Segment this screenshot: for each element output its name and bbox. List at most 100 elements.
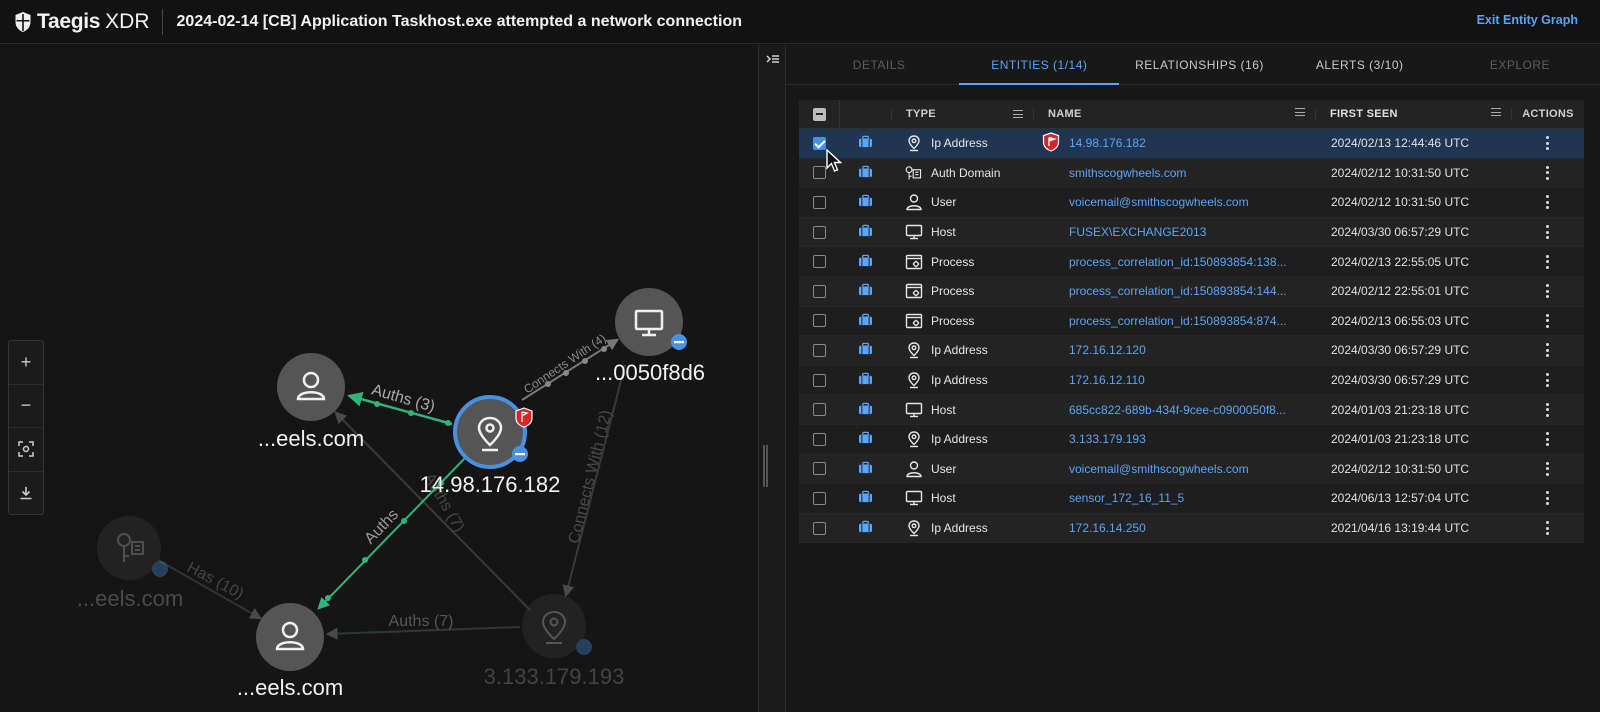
- row-actions-menu-icon[interactable]: [1545, 461, 1550, 476]
- add-to-case-icon[interactable]: [858, 461, 873, 477]
- row-actions-menu-icon[interactable]: [1545, 402, 1550, 417]
- tab-details[interactable]: DETAILS: [799, 45, 959, 84]
- table-row[interactable]: Ip Address 3.133.179.193 2024/01/03 21:23:…: [799, 424, 1584, 455]
- entity-name-link[interactable]: 3.133.179.193: [1069, 432, 1315, 446]
- first-seen-column-header[interactable]: FIRST SEEN: [1315, 108, 1511, 120]
- add-to-case-icon[interactable]: [858, 224, 873, 240]
- add-to-case-icon[interactable]: [858, 135, 873, 151]
- entity-name-link[interactable]: process_correlation_id:150893854:138...: [1069, 255, 1315, 269]
- row-checkbox[interactable]: [812, 136, 826, 150]
- table-row[interactable]: Host 685cc822-689b-434f-9cee-c0900050f8..…: [799, 395, 1584, 425]
- edge-auths-3[interactable]: Auths (3): [347, 382, 453, 426]
- row-checkbox[interactable]: [812, 255, 826, 269]
- panel-splitter[interactable]: [758, 45, 786, 712]
- add-to-case-icon[interactable]: [858, 490, 873, 506]
- tab-entities[interactable]: ENTITIES (1/14): [959, 45, 1120, 85]
- entity-graph-canvas[interactable]: Connects With (12) Auths (7) Auths (7) H…: [0, 45, 758, 712]
- entity-name-link[interactable]: FUSEX\EXCHANGE2013: [1069, 225, 1315, 239]
- row-actions-menu-icon[interactable]: [1545, 284, 1550, 299]
- name-column-header[interactable]: NAME: [1033, 108, 1315, 120]
- entity-name-link[interactable]: 685cc822-689b-434f-9cee-c0900050f8...: [1069, 403, 1315, 417]
- row-checkbox[interactable]: [812, 343, 826, 357]
- entity-name-link[interactable]: sensor_172_16_11_5: [1069, 491, 1315, 505]
- row-actions-menu-icon[interactable]: [1545, 343, 1550, 358]
- row-actions-menu-icon[interactable]: [1545, 225, 1550, 240]
- entity-name-link[interactable]: voicemail@smithscogwheels.com: [1069, 462, 1315, 476]
- row-checkbox[interactable]: [812, 166, 826, 180]
- row-checkbox[interactable]: [812, 462, 826, 476]
- edge-auths-7[interactable]: Auths (7): [325, 613, 521, 640]
- table-row[interactable]: Host sensor_172_16_11_5 2024/06/13 12:57:0…: [799, 484, 1584, 514]
- table-row[interactable]: Ip Address 14.98.176.182 2024/02/13 12:44:…: [799, 129, 1584, 159]
- row-actions-menu-icon[interactable]: [1545, 313, 1550, 328]
- add-to-case-icon[interactable]: [858, 283, 873, 299]
- row-actions-menu-icon[interactable]: [1545, 432, 1550, 447]
- row-actions-menu-icon[interactable]: [1545, 521, 1550, 536]
- exit-entity-graph-link[interactable]: Exit Entity Graph: [1477, 13, 1578, 27]
- row-checkbox[interactable]: [812, 225, 826, 239]
- row-checkbox[interactable]: [812, 521, 826, 535]
- table-row[interactable]: Ip Address 172.16.14.250 2021/04/16 13:19:…: [799, 513, 1584, 544]
- add-to-case-icon[interactable]: [858, 372, 873, 388]
- table-row[interactable]: Process process_correlation_id:150893854:…: [799, 276, 1584, 307]
- add-to-case-icon[interactable]: [858, 520, 873, 536]
- row-checkbox[interactable]: [812, 432, 826, 446]
- row-actions-menu-icon[interactable]: [1545, 195, 1550, 210]
- node-ip-3-133-179-193[interactable]: 3.133.179.193: [484, 594, 625, 689]
- table-row[interactable]: Ip Address 172.16.12.120 2024/03/30 06:57:…: [799, 336, 1584, 366]
- node-user-top[interactable]: ...eels.com: [258, 353, 364, 451]
- row-checkbox[interactable]: [812, 403, 826, 417]
- add-to-case-icon[interactable]: [858, 194, 873, 210]
- resize-grip[interactable]: [763, 445, 768, 487]
- entity-name-link[interactable]: 172.16.12.120: [1069, 343, 1315, 357]
- column-menu-icon[interactable]: [1295, 108, 1305, 116]
- node-user-bottom[interactable]: ...eels.com: [237, 603, 343, 700]
- tab-explore[interactable]: EXPLORE: [1440, 45, 1600, 84]
- brand[interactable]: Taegis XDR: [0, 0, 150, 43]
- add-to-case-icon[interactable]: [858, 254, 873, 270]
- edge-connects-with-12[interactable]: Connects With (12): [562, 364, 626, 598]
- node-auth-domain[interactable]: ...eels.com: [77, 516, 183, 611]
- row-actions-menu-icon[interactable]: [1545, 165, 1550, 180]
- table-row[interactable]: User voicemail@smithscogwheels.com 2024/02…: [799, 188, 1584, 218]
- tab-relationships[interactable]: RELATIONSHIPS (16): [1119, 45, 1279, 84]
- entity-name-link[interactable]: process_correlation_id:150893854:144...: [1069, 284, 1315, 298]
- node-host[interactable]: ...0050f8d6: [595, 288, 705, 385]
- row-checkbox[interactable]: [812, 195, 826, 209]
- add-to-case-icon[interactable]: [858, 313, 873, 329]
- entity-name-link[interactable]: 172.16.14.250: [1069, 521, 1315, 535]
- add-to-case-icon[interactable]: [858, 402, 873, 418]
- entity-name-link[interactable]: 14.98.176.182: [1069, 136, 1315, 150]
- row-actions-menu-icon[interactable]: [1545, 491, 1550, 506]
- add-to-case-icon[interactable]: [858, 431, 873, 447]
- entity-name-link[interactable]: smithscogwheels.com: [1069, 166, 1315, 180]
- table-row[interactable]: Host FUSEX\EXCHANGE2013 2024/03/30 06:57:2…: [799, 217, 1584, 248]
- row-actions-menu-icon[interactable]: [1545, 254, 1550, 269]
- entity-name-link[interactable]: process_correlation_id:150893854:874...: [1069, 314, 1315, 328]
- row-actions-menu-icon[interactable]: [1545, 373, 1550, 388]
- table-row[interactable]: Process process_correlation_id:150893854:…: [799, 306, 1584, 337]
- node-ip-14-98-176-182[interactable]: 14.98.176.182: [420, 395, 561, 497]
- collapse-panel-icon[interactable]: [766, 53, 780, 67]
- fit-to-screen-button[interactable]: [9, 428, 43, 472]
- column-menu-icon[interactable]: [1013, 110, 1023, 118]
- column-menu-icon[interactable]: [1491, 108, 1501, 116]
- zoom-out-button[interactable]: −: [9, 385, 43, 428]
- table-row[interactable]: Ip Address 172.16.12.110 2024/03/30 06:57:…: [799, 365, 1584, 396]
- row-checkbox[interactable]: [812, 284, 826, 298]
- row-checkbox[interactable]: [812, 491, 826, 505]
- select-all-checkbox[interactable]: [812, 107, 826, 121]
- table-row[interactable]: Process process_correlation_id:150893854:…: [799, 247, 1584, 277]
- download-graph-button[interactable]: [9, 472, 43, 515]
- row-checkbox[interactable]: [812, 373, 826, 387]
- entity-name-link[interactable]: voicemail@smithscogwheels.com: [1069, 195, 1315, 209]
- add-to-case-icon[interactable]: [858, 342, 873, 358]
- table-row[interactable]: User voicemail@smithscogwheels.com 2024/02…: [799, 454, 1584, 485]
- type-column-header[interactable]: TYPE: [891, 108, 1033, 120]
- entity-name-link[interactable]: 172.16.12.110: [1069, 373, 1315, 387]
- row-checkbox[interactable]: [812, 314, 826, 328]
- table-row[interactable]: Auth Domain smithscogwheels.com 2024/02/12…: [799, 158, 1584, 189]
- tab-alerts[interactable]: ALERTS (3/10): [1280, 45, 1440, 84]
- add-to-case-icon[interactable]: [858, 165, 873, 181]
- zoom-in-button[interactable]: +: [9, 341, 43, 385]
